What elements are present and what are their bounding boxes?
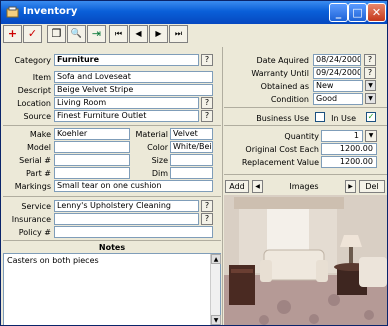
- service-field[interactable]: Lenny's Upholstery Cleaning: [54, 200, 199, 212]
- condition-select[interactable]: Good: [313, 93, 363, 105]
- service-help-button[interactable]: ?: [201, 200, 213, 212]
- scroll-up-icon[interactable]: ▲: [211, 254, 221, 264]
- obtained-select[interactable]: New: [313, 80, 363, 92]
- material-field[interactable]: Velvet: [170, 128, 213, 140]
- notes-textarea[interactable]: Casters on both pieces ▲ ▼: [3, 253, 221, 325]
- location-help-button[interactable]: ?: [201, 97, 213, 109]
- dim-label: Dim: [151, 169, 168, 178]
- item-label: Item: [32, 73, 51, 82]
- quantity-label: Quantity: [284, 132, 319, 141]
- business-use-label: Business Use: [256, 114, 309, 123]
- first-record-button[interactable]: ⏮: [109, 25, 128, 43]
- warranty-help-button[interactable]: ?: [364, 67, 376, 79]
- left-divider-2: [3, 196, 221, 197]
- prev-record-button[interactable]: ◀: [129, 25, 148, 43]
- delete-image-button[interactable]: Del: [359, 180, 385, 193]
- part-field[interactable]: [54, 167, 130, 179]
- notes-text: Casters on both pieces: [7, 256, 99, 265]
- policy-label: Policy #: [18, 228, 51, 237]
- obtained-label: Obtained as: [260, 82, 309, 91]
- model-label: Model: [26, 143, 51, 152]
- location-label: Location: [17, 99, 51, 108]
- minimize-button[interactable]: _: [329, 3, 348, 22]
- model-field[interactable]: [54, 141, 130, 153]
- window-title: Inventory: [23, 6, 78, 17]
- inventory-window: Inventory _ □ ✕ + ✓ ❐ 🔍 ⇥ ⏮ ◀ ▶ ⏭ Catego…: [0, 0, 388, 326]
- warranty-label: Warranty Until: [251, 69, 309, 78]
- category-help-button[interactable]: ?: [201, 54, 213, 66]
- add-image-button[interactable]: Add: [225, 180, 249, 193]
- descript-field[interactable]: Beige Velvet Stripe: [54, 84, 213, 96]
- color-field[interactable]: White/Beige: [170, 141, 213, 153]
- save-check-button[interactable]: ✓: [23, 25, 42, 43]
- right-divider-1: [224, 107, 387, 108]
- item-photo: [224, 195, 387, 325]
- insurance-field[interactable]: [54, 213, 199, 225]
- condition-label: Condition: [270, 95, 309, 104]
- left-divider-1: [3, 125, 221, 126]
- material-label: Material: [135, 130, 169, 139]
- source-help-button[interactable]: ?: [201, 110, 213, 122]
- original-cost-field[interactable]: 1200.00: [321, 143, 377, 155]
- right-divider-3: [224, 174, 387, 175]
- business-use-checkbox[interactable]: [315, 112, 325, 122]
- source-field[interactable]: Finest Furniture Outlet: [54, 110, 199, 122]
- replacement-field[interactable]: 1200.00: [321, 156, 377, 168]
- date-acquired-field[interactable]: 08/24/2000: [313, 54, 361, 66]
- in-use-checkbox[interactable]: ✓: [366, 112, 376, 122]
- maximize-button[interactable]: □: [348, 3, 367, 22]
- serial-field[interactable]: [54, 154, 130, 166]
- serial-label: Serial #: [19, 156, 51, 165]
- make-field[interactable]: Koehler: [54, 128, 130, 140]
- replacement-label: Replacement Value: [241, 158, 319, 167]
- app-icon: [6, 6, 19, 18]
- panel-divider: [222, 47, 223, 325]
- make-label: Make: [29, 130, 51, 139]
- date-acquired-label: Date Aquired: [256, 56, 309, 65]
- copy-button[interactable]: ❐: [47, 25, 66, 43]
- exit-button[interactable]: ⇥: [87, 25, 106, 43]
- close-button[interactable]: ✕: [367, 3, 386, 22]
- color-label: Color: [147, 143, 168, 152]
- policy-field[interactable]: [54, 226, 213, 238]
- quantity-stepper[interactable]: ▼: [365, 130, 377, 142]
- add-record-button[interactable]: +: [3, 25, 22, 43]
- next-image-icon[interactable]: ▶: [345, 180, 356, 193]
- source-label: Source: [23, 112, 51, 121]
- notes-scrollbar[interactable]: ▲ ▼: [210, 254, 221, 325]
- find-button[interactable]: 🔍: [67, 25, 86, 43]
- obtained-dropdown-icon[interactable]: ▼: [365, 80, 376, 91]
- markings-field[interactable]: Small tear on one cushion: [54, 180, 213, 192]
- item-field[interactable]: Sofa and Loveseat: [54, 71, 213, 83]
- condition-dropdown-icon[interactable]: ▼: [365, 93, 376, 104]
- scroll-down-icon[interactable]: ▼: [211, 315, 221, 325]
- warranty-field[interactable]: 09/24/2000: [313, 67, 361, 79]
- prev-image-icon[interactable]: ◀: [252, 180, 263, 193]
- right-divider-2: [224, 125, 387, 126]
- next-record-button[interactable]: ▶: [149, 25, 168, 43]
- descript-label: Descript: [17, 86, 51, 95]
- notes-header: Notes: [3, 240, 221, 253]
- toolbar: + ✓ ❐ 🔍 ⇥ ⏮ ◀ ▶ ⏭: [3, 25, 387, 45]
- category-field[interactable]: Furniture: [54, 54, 199, 66]
- location-field[interactable]: Living Room: [54, 97, 199, 109]
- part-label: Part #: [25, 169, 51, 178]
- last-record-button[interactable]: ⏭: [169, 25, 188, 43]
- insurance-help-button[interactable]: ?: [201, 213, 213, 225]
- images-label: Images: [289, 182, 319, 191]
- original-cost-label: Original Cost Each: [245, 145, 319, 154]
- category-label: Category: [14, 56, 51, 65]
- quantity-field[interactable]: 1: [321, 130, 363, 142]
- dim-field[interactable]: [170, 167, 213, 179]
- size-field[interactable]: [170, 154, 213, 166]
- size-label: Size: [151, 156, 168, 165]
- date-acquired-help-button[interactable]: ?: [364, 54, 376, 66]
- title-bar[interactable]: Inventory _ □ ✕: [1, 1, 387, 24]
- service-label: Service: [21, 202, 51, 211]
- markings-label: Markings: [14, 182, 51, 191]
- in-use-label: In Use: [331, 114, 356, 123]
- insurance-label: Insurance: [11, 215, 51, 224]
